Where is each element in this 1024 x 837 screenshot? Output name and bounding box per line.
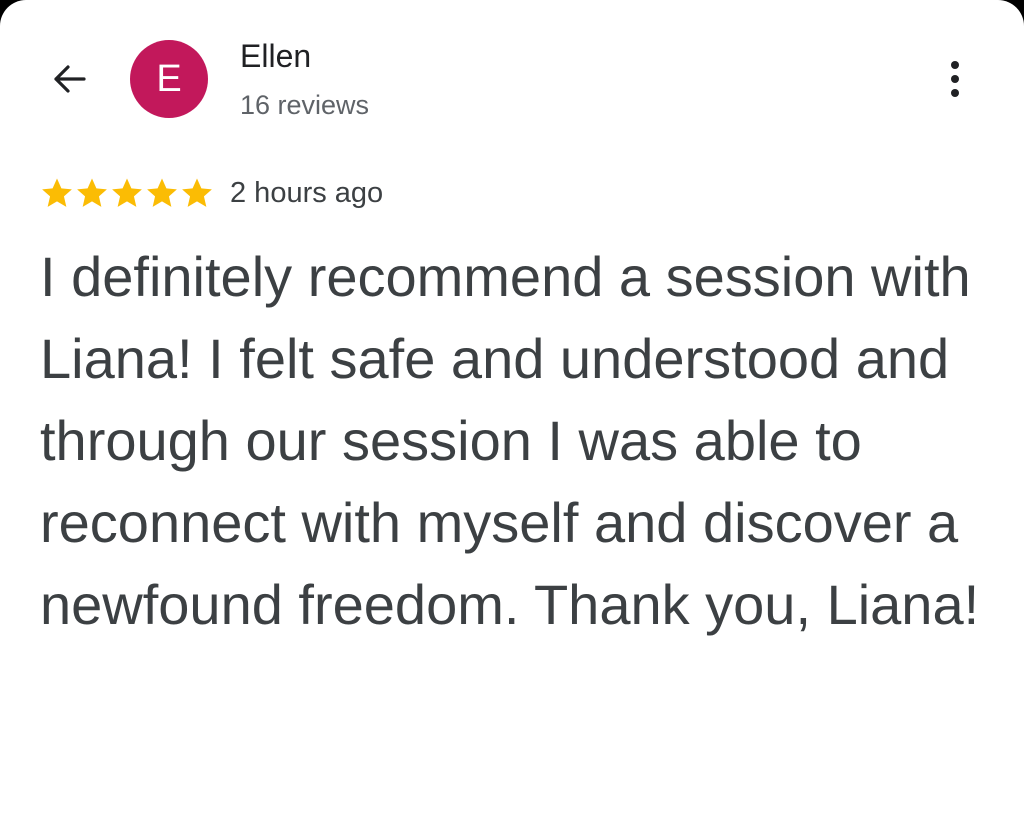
back-button[interactable]	[44, 54, 94, 104]
star-icon	[147, 178, 177, 207]
review-count: 16 reviews	[240, 90, 370, 120]
star-icon	[112, 178, 142, 207]
review-time: 2 hours ago	[230, 176, 384, 209]
star-rating	[40, 176, 214, 210]
star-icon	[182, 178, 212, 207]
reviewer-name[interactable]: Ellen	[240, 38, 311, 75]
more-options-button[interactable]	[932, 54, 978, 104]
star-icon	[42, 178, 72, 207]
review-text: I definitely recommend a session with Li…	[40, 245, 980, 636]
avatar[interactable]: E	[130, 40, 208, 118]
more-vert-icon-dot	[951, 75, 959, 83]
more-vert-icon	[951, 61, 959, 69]
avatar-initial: E	[156, 57, 182, 100]
star-icon	[77, 178, 107, 207]
review-card: E Ellen 16 reviews 2 hours ago I definit…	[0, 0, 1024, 837]
more-vert-icon-dot	[951, 89, 959, 97]
arrow-left-icon	[54, 65, 86, 93]
rating-row: 2 hours ago	[40, 176, 383, 210]
